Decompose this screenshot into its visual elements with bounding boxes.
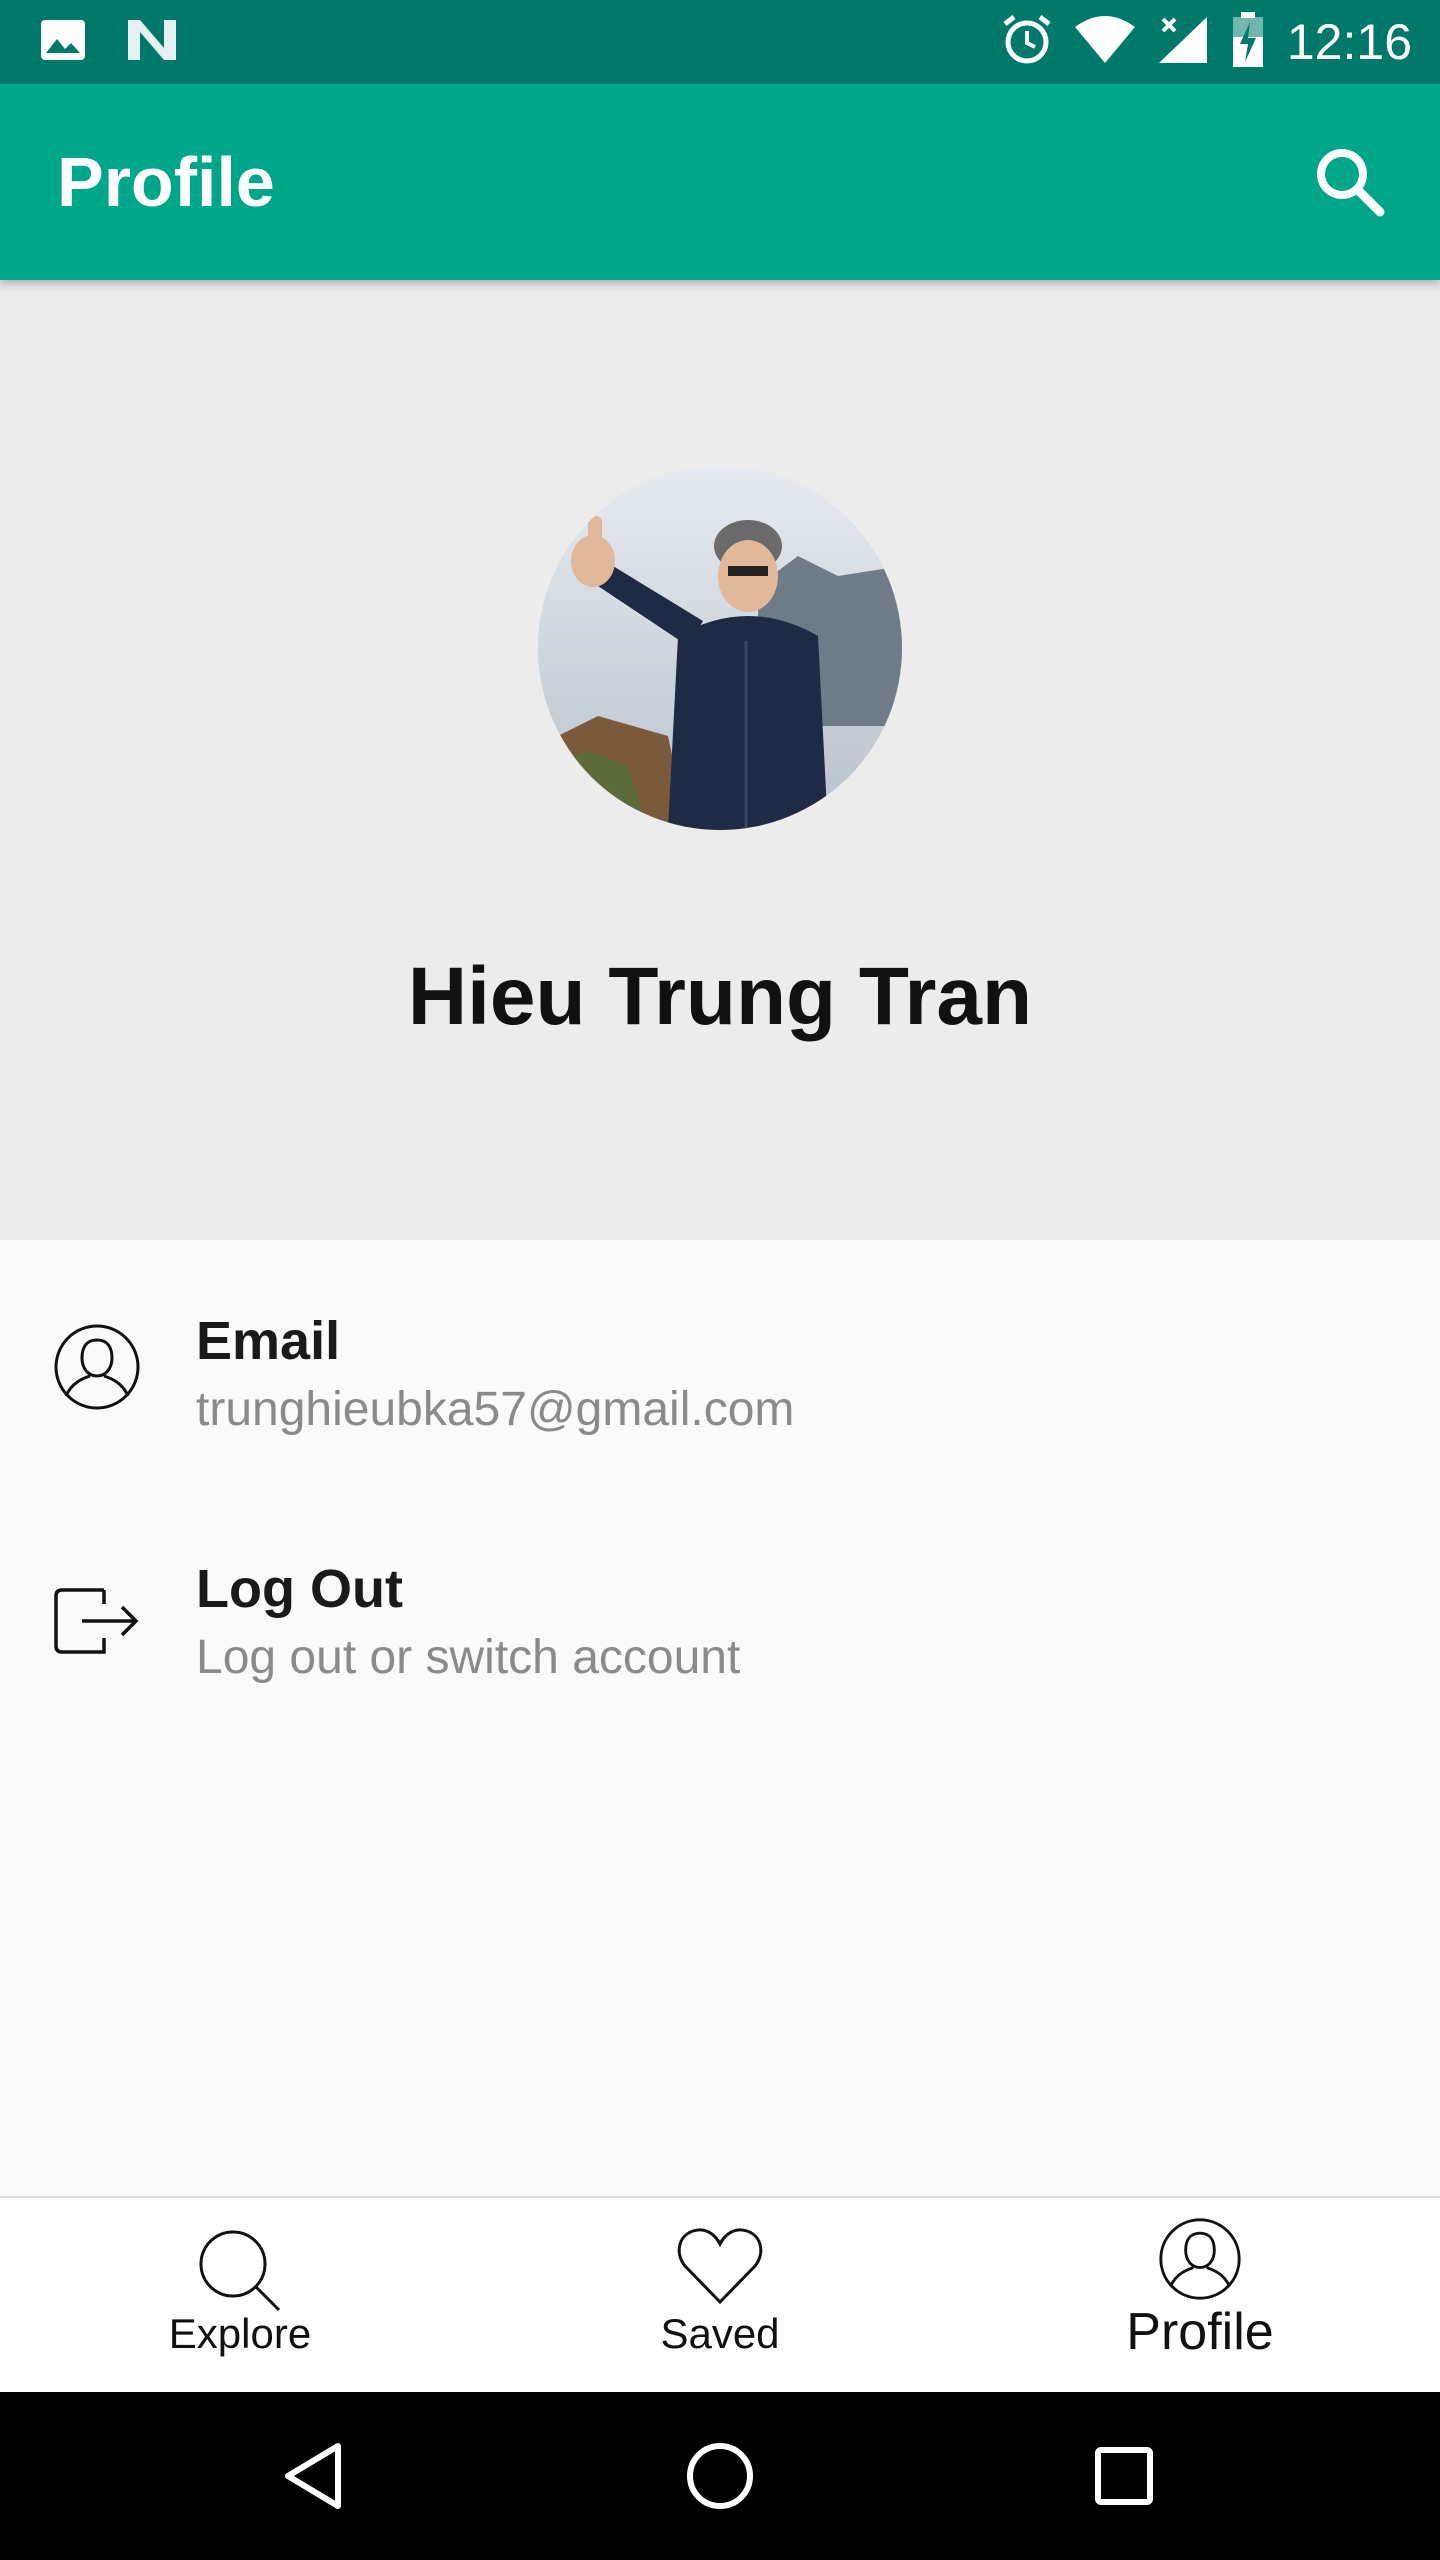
person-circle-icon [52, 1322, 142, 1412]
search-icon [195, 2226, 285, 2321]
alarm-icon [1001, 14, 1053, 71]
nav-profile[interactable]: Profile [960, 2198, 1440, 2394]
status-time: 12:16 [1286, 14, 1412, 70]
nav-explore-label: Explore [168, 2310, 312, 2357]
person-circle-icon [1157, 2216, 1243, 2307]
image-icon [40, 19, 86, 66]
email-label: Email [196, 1311, 341, 1371]
logout-icon [52, 1576, 142, 1666]
logout-row[interactable]: Log Out Log out or switch account [0, 1548, 1440, 1748]
nav-explore[interactable]: Explore [0, 2198, 480, 2394]
email-row[interactable]: Email trunghieubka57@gmail.com [0, 1296, 1440, 1496]
nav-saved-label: Saved [660, 2310, 780, 2357]
system-nav-bar [0, 2392, 1440, 2560]
nav-saved[interactable]: Saved [480, 2198, 960, 2394]
heart-icon [675, 2226, 765, 2311]
n-icon [126, 18, 178, 67]
profile-name: Hieu Trung Tran [407, 951, 1033, 1042]
battery-icon [1231, 11, 1265, 73]
back-icon[interactable] [276, 2436, 356, 2516]
status-bar: 12:16 [0, 0, 1440, 84]
app-bar: Profile [0, 84, 1440, 280]
nav-profile-label: Profile [1126, 2303, 1274, 2361]
recents-icon[interactable] [1084, 2436, 1164, 2516]
search-icon[interactable] [1310, 142, 1390, 222]
logout-label: Log Out [196, 1559, 403, 1619]
page-title: Profile [57, 143, 275, 221]
bottom-nav: Explore Saved Profile [0, 2196, 1440, 2394]
avatar[interactable] [538, 466, 902, 830]
email-value: trunghieubka57@gmail.com [196, 1383, 795, 1436]
logout-description: Log out or switch account [196, 1631, 741, 1684]
signal-icon [1157, 15, 1209, 70]
home-icon[interactable] [680, 2436, 760, 2516]
wifi-icon [1074, 15, 1135, 70]
